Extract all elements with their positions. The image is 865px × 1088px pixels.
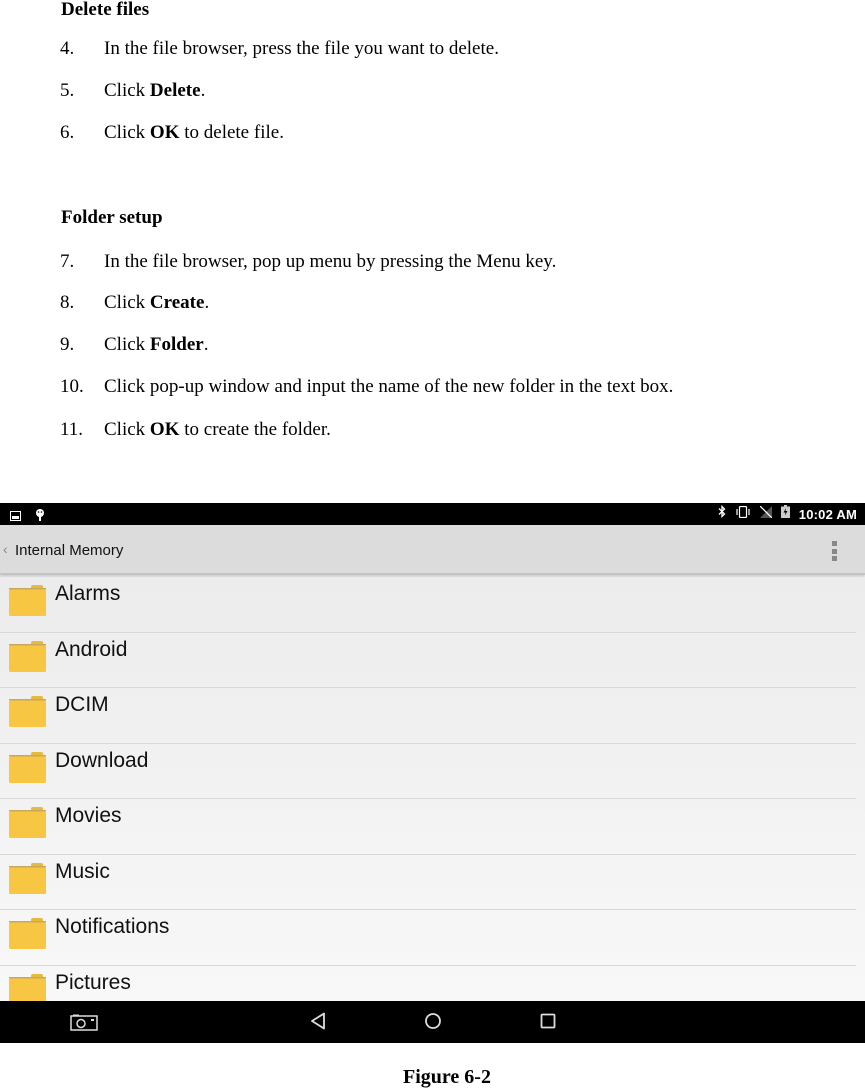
folder-icon: [9, 918, 46, 949]
folder-icon: [9, 862, 46, 894]
bluetooth-icon: [718, 504, 726, 523]
clock: 10:02 AM: [798, 506, 857, 522]
step-7: 7. In the file browser, pop up menu by pr…: [60, 251, 557, 272]
navigation-bar: [0, 1001, 865, 1043]
no-signal-icon: [759, 505, 773, 523]
file-name: Music: [55, 859, 110, 883]
folder-icon: [9, 696, 46, 727]
vibrate-icon: [735, 505, 751, 523]
status-bar: 10:02 AM: [0, 503, 865, 525]
battery-charging-icon: [780, 505, 790, 523]
file-name: Alarms: [55, 582, 121, 605]
file-list: Alarms Android DCIM Download Movies Musi…: [0, 577, 865, 1005]
step-10: 10. Click pop-up window and input the nam…: [60, 376, 674, 397]
home-icon[interactable]: [424, 1012, 442, 1035]
file-name: Pictures: [55, 970, 131, 994]
list-item[interactable]: Notifications: [0, 910, 865, 966]
file-name: DCIM: [55, 693, 109, 716]
list-item[interactable]: Movies: [0, 799, 865, 855]
section-heading-delete-files: Delete files: [61, 0, 150, 20]
recents-icon[interactable]: [540, 1013, 556, 1034]
folder-icon: [9, 585, 46, 616]
folder-icon: [9, 973, 46, 1005]
figure-caption: Figure 6-2: [403, 1066, 491, 1088]
folder-icon: [9, 751, 46, 783]
file-name: Movies: [55, 804, 122, 827]
back-icon[interactable]: [310, 1012, 326, 1035]
step-11: 11. Click OK to create the folder.: [60, 419, 331, 440]
step-8: 8. Click Create.: [60, 292, 210, 313]
step-9: 9. Click Folder.: [60, 334, 209, 355]
android-debug-icon: [35, 508, 45, 526]
file-name: Download: [55, 748, 149, 772]
overflow-menu-icon[interactable]: [832, 541, 838, 561]
step-6: 6. Click OK to delete file.: [60, 122, 284, 143]
file-name: Notifications: [55, 915, 170, 938]
file-name: Android: [55, 637, 128, 661]
step-4: 4. In the file browser, press the file yo…: [60, 38, 499, 59]
action-bar-title[interactable]: Internal Memory: [15, 542, 123, 559]
step-5: 5. Click Delete.: [60, 80, 206, 101]
action-bar: ‹ Internal Memory: [0, 525, 865, 575]
screenshot-camera-icon[interactable]: [70, 1014, 98, 1036]
folder-icon: [9, 640, 46, 672]
list-item[interactable]: DCIM: [0, 688, 865, 744]
folder-icon: [9, 807, 46, 838]
back-chevron-icon[interactable]: ‹: [3, 541, 8, 557]
section-heading-folder-setup: Folder setup: [61, 207, 163, 228]
list-item[interactable]: Android: [0, 633, 865, 688]
list-item[interactable]: Alarms: [0, 577, 865, 633]
list-item[interactable]: Download: [0, 744, 865, 799]
phone-screenshot: 10:02 AM ‹ Internal Memory Alarms Androi…: [0, 503, 865, 1043]
image-notification-icon: [10, 508, 21, 526]
list-item[interactable]: Music: [0, 855, 865, 910]
